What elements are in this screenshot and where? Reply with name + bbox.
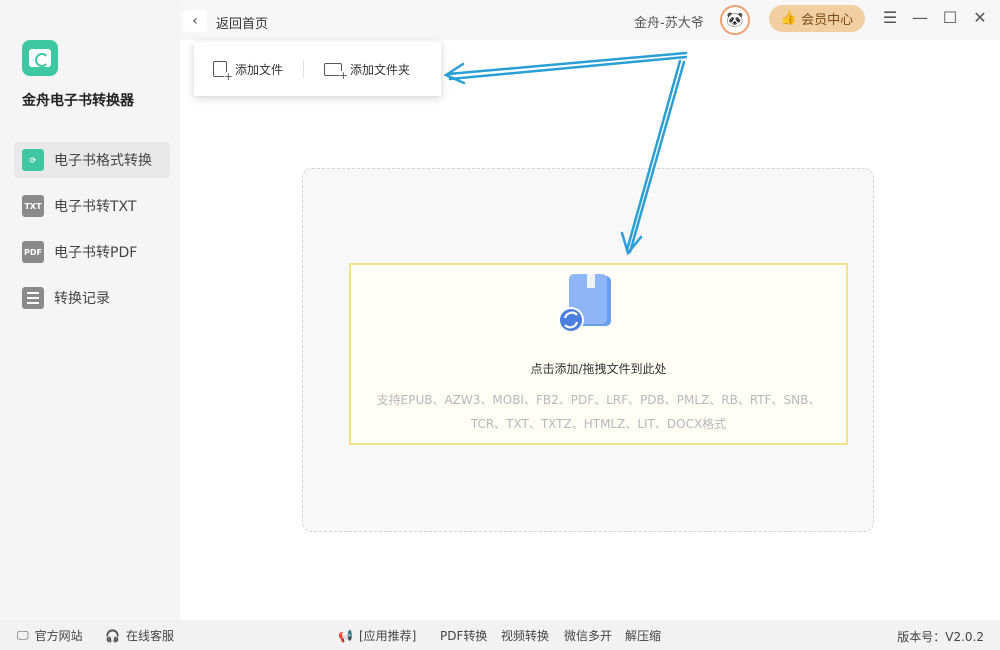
convert-icon: ⟳ — [22, 149, 44, 171]
monitor-icon: 🖵 — [17, 628, 29, 642]
username: 金舟-苏大爷 — [634, 16, 704, 31]
sidebar-item-to-pdf[interactable]: PDF 电子书转PDF — [14, 234, 170, 270]
back-home-link[interactable]: 返回首页 — [216, 13, 268, 32]
footer: 🖵 官方网站 🎧 在线客服 📢 [应用推荐] PDF转换 视频转换 微信多开 解… — [0, 620, 1000, 650]
vip-center-button[interactable]: 👍 会员中心 — [769, 5, 865, 32]
record-icon — [22, 287, 44, 309]
online-service-label: 在线客服 — [125, 629, 174, 643]
add-file-label: 添加文件 — [235, 62, 284, 77]
footer-link-video[interactable]: 视频转换 — [501, 627, 549, 644]
app-logo-icon — [22, 40, 58, 76]
footer-link-unzip[interactable]: 解压缩 — [625, 627, 661, 644]
add-folder-label: 添加文件夹 — [350, 62, 411, 77]
app-name: 金舟电子书转换器 — [22, 93, 134, 109]
back-button[interactable]: ‹ — [183, 10, 207, 32]
headset-icon: 🎧 — [105, 628, 120, 643]
online-service-link[interactable]: 🎧 在线客服 — [105, 627, 174, 644]
thumbs-up-icon: 👍 — [780, 11, 798, 26]
ebook-convert-icon — [558, 274, 611, 333]
add-folder-icon — [324, 62, 349, 81]
close-icon[interactable]: ✕ — [970, 8, 990, 27]
add-file-menu-item[interactable]: 添加文件 — [213, 61, 284, 82]
sidebar-item-label: 电子书转TXT — [54, 199, 137, 215]
pdf-icon: PDF — [22, 241, 44, 263]
official-site-link[interactable]: 🖵 官方网站 — [17, 627, 83, 644]
footer-link-wechat[interactable]: 微信多开 — [564, 627, 612, 644]
supported-formats-line1: 支持EPUB、AZW3、MOBI、FB2、PDF、LRF、PDB、PMLZ、RB… — [376, 393, 821, 407]
megaphone-icon: 📢 — [338, 628, 353, 643]
divider — [303, 60, 305, 78]
avatar[interactable]: 🐼 — [720, 5, 750, 35]
minimize-icon[interactable]: — — [910, 8, 930, 27]
chevron-left-icon: ‹ — [192, 13, 198, 29]
add-folder-menu-item[interactable]: 添加文件夹 — [324, 61, 411, 81]
official-site-label: 官方网站 — [34, 629, 83, 643]
sidebar-item-label: 电子书格式转换 — [54, 153, 152, 169]
vip-center-label: 会员中心 — [801, 13, 854, 28]
app-recommend-label: [应用推荐] — [358, 629, 417, 643]
sidebar-nav: ⟳ 电子书格式转换 TXT 电子书转TXT PDF 电子书转PDF 转换记录 — [14, 142, 170, 326]
sidebar-item-label: 电子书转PDF — [54, 245, 138, 261]
menu-icon[interactable]: ☰ — [880, 8, 900, 27]
sidebar-item-label: 转换记录 — [54, 291, 110, 307]
footer-link-pdf[interactable]: PDF转换 — [440, 627, 487, 644]
supported-formats-line2: TCR、TXT、TXTZ、HTMLZ、LIT、DOCX格式 — [470, 417, 727, 431]
add-file-icon — [213, 61, 233, 82]
sidebar-item-records[interactable]: 转换记录 — [14, 280, 170, 316]
panda-icon: 🐼 — [726, 12, 744, 28]
version-label: 版本号：V2.0.2 — [897, 630, 984, 644]
app-recommend: 📢 [应用推荐] — [338, 627, 416, 644]
add-dropdown-menu: 添加文件 添加文件夹 — [194, 42, 441, 96]
sidebar-item-format-convert[interactable]: ⟳ 电子书格式转换 — [14, 142, 170, 178]
top-bar — [180, 0, 1000, 40]
sidebar: 金舟电子书转换器 ⟳ 电子书格式转换 TXT 电子书转TXT PDF 电子书转P… — [0, 0, 180, 620]
sidebar-item-to-txt[interactable]: TXT 电子书转TXT — [14, 188, 170, 224]
maximize-icon[interactable]: ☐ — [940, 8, 960, 27]
drop-area-title: 点击添加/拖拽文件到此处 — [530, 362, 667, 376]
txt-icon: TXT — [22, 195, 44, 217]
